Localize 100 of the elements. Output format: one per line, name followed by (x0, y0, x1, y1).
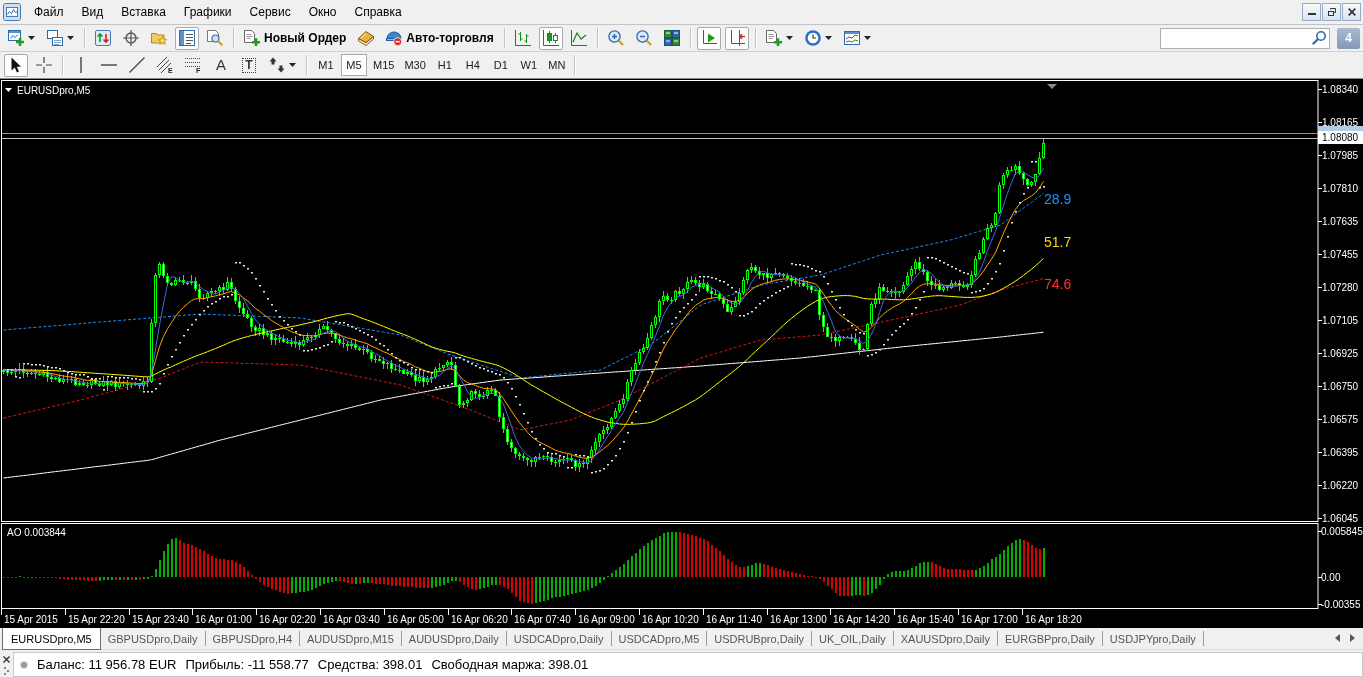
windows-icon (47, 30, 63, 46)
dropdown-triangle-icon[interactable] (5, 88, 12, 92)
chart-title: EURUSDpro,M5 (17, 85, 91, 96)
time-axis-label: 16 Apr 15:40 (897, 614, 954, 625)
balance-text: Баланс: 11 956.78 EUR (37, 657, 177, 672)
diagonal-line-icon (129, 57, 145, 73)
time-axis-label: 16 Apr 10:20 (642, 614, 699, 625)
scroll-left-icon[interactable] (1335, 634, 1340, 642)
chart-tab[interactable]: EURUSDpro,M5 (2, 628, 101, 650)
price-axis-label: 1.07280 (1322, 282, 1359, 293)
crosshair-icon (123, 30, 139, 46)
oscillator-title: AO 0.003844 (7, 527, 66, 538)
indicator-value-label: 51.7 (1044, 234, 1072, 250)
arrows-icon (269, 57, 285, 73)
timeframe-button[interactable]: M5 (341, 54, 367, 76)
magnifier-icon (207, 30, 223, 46)
chart-tab[interactable]: USDJPYpro,Daily (1102, 631, 1204, 646)
auto-trading-button[interactable]: Авто-торговля (382, 26, 498, 50)
restore-icon (1327, 8, 1336, 16)
axis-play-icon (700, 30, 717, 46)
close-button[interactable] (1342, 3, 1361, 21)
free-margin-text: Свободная маржа: 398.01 (431, 657, 589, 672)
text-tool-button[interactable]: A (209, 53, 233, 77)
timeframe-button[interactable]: W1 (515, 54, 542, 76)
auto-scroll-button[interactable] (696, 26, 721, 50)
price-axis-label: 1.06575 (1322, 414, 1359, 425)
menu-item[interactable]: Графики (174, 2, 241, 22)
menu-item[interactable]: Справка (345, 2, 411, 22)
text-label-button[interactable]: T (237, 53, 261, 77)
indicator-value-label: 74.6 (1044, 276, 1072, 292)
price-axis-label: 1.06395 (1322, 447, 1359, 458)
crosshair-icon (36, 57, 52, 73)
price-axis-label: 1.07105 (1322, 315, 1359, 326)
chart-tab[interactable]: GBPUSDpro,H4 (205, 631, 301, 646)
price-axis-label: 1.08165 (1322, 117, 1359, 128)
price-axis-label: 1.06045 (1322, 513, 1359, 524)
terminal-button[interactable] (175, 26, 199, 50)
time-axis-label: 15 Apr 22:20 (68, 614, 125, 625)
list-window-icon (179, 30, 195, 46)
chart-tab[interactable]: UK_OIL,Daily (812, 631, 894, 646)
timeframe-button[interactable]: D1 (487, 54, 514, 76)
price-axis-label: 1.07455 (1322, 249, 1359, 260)
app-icon[interactable] (3, 3, 21, 21)
new-order-button[interactable]: Новый Ордер (240, 26, 351, 50)
dome-stop-icon (386, 30, 403, 46)
timeframe-button[interactable]: H4 (459, 54, 486, 76)
oscillator-axis-label: 0.005845 (1321, 526, 1363, 537)
chart-tab[interactable]: XAUUSDpro,Daily (893, 631, 998, 646)
close-icon[interactable] (2, 656, 10, 663)
chart-tab[interactable]: AUDUSDpro,Daily (401, 631, 507, 646)
price-axis-label: 1.06925 (1322, 348, 1359, 359)
menu-item[interactable]: Вид (72, 2, 113, 22)
book-icon (358, 30, 375, 46)
time-axis-label: 16 Apr 06:20 (451, 614, 508, 625)
time-axis-label: 16 Apr 05:00 (387, 614, 444, 625)
menu-item[interactable]: Сервис (240, 2, 300, 22)
zoom-out-icon (635, 30, 652, 46)
candlestick-button[interactable] (538, 26, 563, 50)
close-icon (1347, 8, 1356, 16)
chart-shift-button[interactable] (724, 26, 749, 50)
chart-tab[interactable]: EURGBPpro,Daily (998, 631, 1103, 646)
tile-windows-icon (663, 30, 680, 46)
timeframe-button[interactable]: M30 (400, 54, 430, 76)
chart-tab[interactable]: USDRUBpro,Daily (707, 631, 813, 646)
minimize-button[interactable] (1302, 3, 1321, 21)
chart-tab[interactable]: USDCADpro,M5 (611, 631, 708, 646)
price-axis-label: 1.08340 (1322, 84, 1359, 95)
menu-item[interactable]: Окно (299, 2, 346, 22)
oscillator-axis-label: 0.00 (1321, 572, 1341, 583)
timeframe-button[interactable]: M1 (313, 54, 339, 76)
horizontal-line-icon (101, 63, 117, 67)
search-field[interactable] (1160, 27, 1330, 49)
restore-button[interactable] (1322, 3, 1341, 21)
cursor-button[interactable] (4, 53, 28, 77)
time-axis-label: 16 Apr 01:00 (195, 614, 252, 625)
oscillator-axis-label: -0.00355 (1321, 599, 1361, 610)
bid-price-label: 1.08080 (1318, 131, 1363, 144)
zoom-in-icon (607, 30, 624, 46)
timeframe-button[interactable]: M15 (369, 54, 399, 76)
time-axis-label: 16 Apr 02:20 (259, 614, 316, 625)
time-axis-label: 16 Apr 03:40 (323, 614, 380, 625)
shift-marker-icon[interactable] (1047, 84, 1057, 89)
time-axis-label: 16 Apr 13:00 (770, 614, 827, 625)
menu-item[interactable]: Файл (25, 2, 73, 22)
scroll-right-icon[interactable] (1350, 634, 1355, 642)
chart-tab[interactable]: USDCADpro,Daily (506, 631, 612, 646)
profit-text: Прибыль: -11 558.77 (185, 657, 309, 672)
chart-tab[interactable]: GBPUSDpro,Daily (100, 631, 206, 646)
arrows-box-icon (95, 30, 111, 46)
time-axis-label: 15 Apr 2015 (4, 614, 58, 625)
timeframe-button[interactable]: H1 (431, 54, 458, 76)
status-dot-icon (20, 660, 28, 669)
menu-item[interactable]: Вставка (112, 2, 175, 22)
grip-icon (3, 667, 9, 675)
line-chart-icon (570, 30, 587, 46)
chart-window-icon (843, 30, 860, 46)
timeframe-button[interactable]: MN (543, 54, 570, 76)
chart-plus-icon (8, 30, 24, 46)
equity-text: Средства: 398.01 (317, 657, 423, 672)
chart-tab[interactable]: AUDUSDpro,M15 (300, 631, 402, 646)
